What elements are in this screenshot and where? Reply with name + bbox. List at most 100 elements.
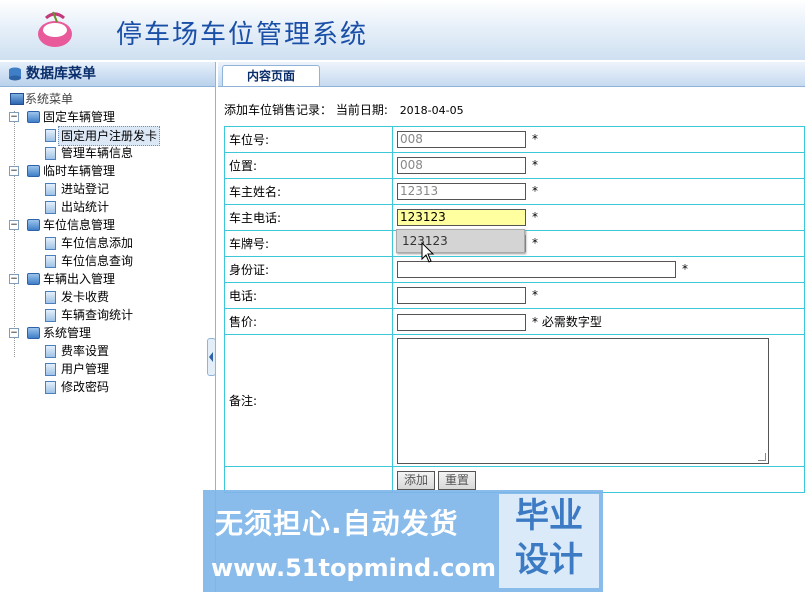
tree-group-space-info[interactable]: − 车位信息管理 [0, 216, 215, 234]
tree-item-entry-register[interactable]: 进站登记 [0, 180, 215, 198]
autocomplete-dropdown[interactable]: 123123 [396, 229, 525, 253]
required-mark: * [532, 288, 538, 302]
location-input[interactable]: 008 [397, 157, 526, 174]
label-plate-number: 车牌号: [224, 230, 393, 257]
empty-cell [224, 466, 393, 493]
badge-top: 毕业 [515, 496, 583, 536]
space-number-input[interactable]: 008 [397, 131, 526, 148]
resize-handle-icon[interactable] [758, 452, 766, 461]
document-icon [45, 255, 56, 268]
label-owner-phone: 车主电话: [224, 204, 393, 231]
form-row-actions: 添加 重置 [224, 466, 805, 493]
required-mark: * [532, 210, 538, 224]
remarks-textarea[interactable] [397, 337, 769, 464]
id-card-input[interactable] [397, 261, 676, 278]
tree-root-label: 系统菜单 [25, 92, 74, 106]
app-logo-icon [38, 11, 72, 47]
document-icon [45, 381, 56, 394]
app-header: 停车场车位管理系统 [0, 0, 805, 60]
tree-group-temp-vehicles[interactable]: − 临时车辆管理 [0, 162, 215, 180]
tree-group-label: 车位信息管理 [43, 218, 116, 232]
tree-item-user-management[interactable]: 用户管理 [0, 360, 215, 378]
collapse-toggle-icon[interactable]: − [9, 328, 19, 338]
tree-item-label: 管理车辆信息 [61, 146, 134, 160]
tree-item-space-add[interactable]: 车位信息添加 [0, 234, 215, 252]
caption-text: 添加车位销售记录： 当前日期: [224, 103, 388, 117]
label-price: 售价: [224, 308, 393, 335]
folder-icon [27, 273, 40, 285]
owner-phone-input[interactable]: 123123 [397, 209, 526, 226]
form-row-price: 售价: * 必需数字型 [224, 308, 805, 335]
tree-item-fixed-user-register[interactable]: 固定用户注册发卡 [0, 126, 215, 146]
tree-item-label: 车位信息添加 [61, 236, 134, 250]
tree-item-label: 车位信息查询 [61, 254, 134, 268]
document-icon [45, 309, 56, 322]
required-mark: * [532, 132, 538, 146]
collapse-toggle-icon[interactable]: − [9, 220, 19, 230]
folder-icon [27, 219, 40, 231]
field-cell [392, 334, 805, 467]
field-cell: 008 * [392, 152, 805, 179]
tree-item-manage-vehicle-info[interactable]: 管理车辆信息 [0, 144, 215, 162]
form-row-space-number: 车位号: 008 * [224, 126, 805, 153]
required-mark: * [532, 236, 538, 250]
label-owner-name: 车主姓名: [224, 178, 393, 205]
content-tabbar: 内容页面 [218, 62, 805, 87]
collapse-toggle-icon[interactable]: − [9, 112, 19, 122]
document-icon [45, 291, 56, 304]
required-mark: * [532, 184, 538, 198]
reset-button[interactable]: 重置 [438, 471, 477, 490]
sidebar: 数据库菜单 系统菜单 − 固定车辆管理 固定用户注册发卡 管理车辆信息 − 临时… [0, 62, 216, 592]
folder-icon [27, 165, 40, 177]
label-remarks: 备注: [224, 334, 393, 467]
phone-input[interactable] [397, 287, 526, 304]
collapse-toggle-icon[interactable]: − [9, 166, 19, 176]
tree-group-system-admin[interactable]: − 系统管理 [0, 324, 215, 342]
tree-item-label: 修改密码 [61, 380, 110, 394]
tree-group-label: 固定车辆管理 [43, 110, 116, 124]
document-icon [45, 183, 56, 196]
tree-group-label: 车辆出入管理 [43, 272, 116, 286]
form-row-location: 位置: 008 * [224, 152, 805, 179]
collapse-toggle-icon[interactable]: − [9, 274, 19, 284]
tree-item-rate-settings[interactable]: 费率设置 [0, 342, 215, 360]
tree-item-vehicle-query-stats[interactable]: 车辆查询统计 [0, 306, 215, 324]
required-mark: * [532, 158, 538, 172]
app-title: 停车场车位管理系统 [116, 20, 369, 50]
label-location: 位置: [224, 152, 393, 179]
field-cell: * [392, 282, 805, 309]
tree-root[interactable]: 系统菜单 [0, 90, 215, 108]
form-row-remarks: 备注: [224, 334, 805, 467]
document-icon [45, 147, 56, 160]
required-mark: * [682, 262, 688, 276]
tree-group-fixed-vehicles[interactable]: − 固定车辆管理 [0, 108, 215, 126]
tree-item-card-charge[interactable]: 发卡收费 [0, 288, 215, 306]
tree-item-exit-stats[interactable]: 出站统计 [0, 198, 215, 216]
form-row-phone: 电话: * [224, 282, 805, 309]
required-mark: * [532, 314, 538, 329]
sidebar-collapse-handle[interactable] [207, 338, 216, 376]
tree-item-space-query[interactable]: 车位信息查询 [0, 252, 215, 270]
price-input[interactable] [397, 313, 526, 331]
tree-item-change-password[interactable]: 修改密码 [0, 378, 215, 396]
document-icon [45, 363, 56, 376]
tree-item-label: 车辆查询统计 [61, 308, 134, 322]
document-icon [45, 201, 56, 214]
sales-record-form: 车位号: 008 * 位置: 008 * 车主姓名: 12313 * 车主电话: 12… [224, 126, 805, 493]
form-caption: 添加车位销售记录： 当前日期: 2018-04-05 [224, 101, 464, 118]
actions-cell: 添加 重置 [392, 466, 805, 493]
watermark-banner: 无须担心.自动发货 www.51topmind.com 毕业 设计 [203, 490, 603, 592]
tree-item-label: 固定用户注册发卡 [58, 126, 161, 146]
add-button[interactable]: 添加 [397, 471, 436, 490]
watermark-url: www.51topmind.com [211, 554, 496, 582]
sidebar-header: 数据库菜单 [0, 62, 215, 87]
tree-item-label: 出站统计 [61, 200, 110, 214]
root-menu-icon [10, 93, 24, 105]
watermark-line1: 无须担心.自动发货 [215, 507, 459, 540]
tree-group-vehicle-inout[interactable]: − 车辆出入管理 [0, 270, 215, 288]
tree-item-label: 发卡收费 [61, 290, 110, 304]
field-cell: * [392, 256, 805, 283]
folder-icon [27, 327, 40, 339]
tab-content-page[interactable]: 内容页面 [222, 65, 320, 86]
owner-name-input[interactable]: 12313 [397, 183, 526, 200]
